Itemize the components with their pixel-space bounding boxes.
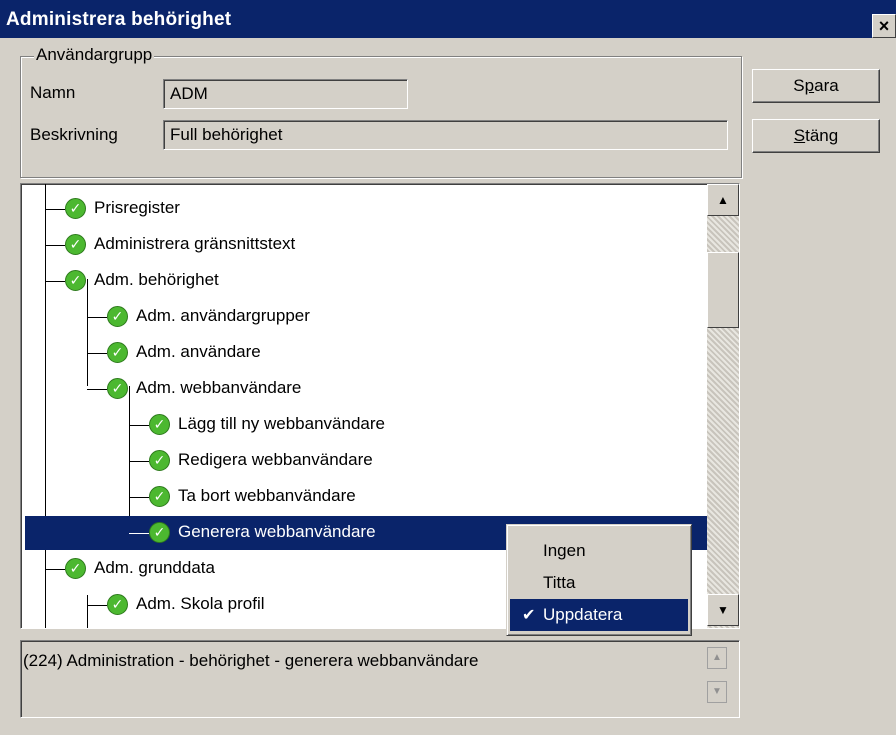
tree-branch-line: [87, 605, 107, 606]
tree-item[interactable]: ✓ Adm. användargrupper: [21, 300, 707, 334]
check-circle-icon: ✓: [107, 378, 128, 399]
user-group-box: [20, 56, 742, 178]
info-scroll-up-icon: ▲: [707, 647, 727, 669]
tree-item-label: Prisregister: [94, 198, 180, 217]
check-circle-icon: ✓: [107, 594, 128, 615]
name-field[interactable]: ADM: [163, 79, 408, 109]
tree-branch-line: [87, 389, 107, 390]
menu-item-label: Titta: [543, 573, 576, 592]
tree-branch-line: [45, 569, 65, 570]
check-circle-icon: ✓: [65, 234, 86, 255]
tree-item-label: Generera webbanvändare: [178, 522, 376, 541]
check-circle-icon: ✓: [65, 198, 86, 219]
tree-item[interactable]: ✓ Lägg till ny webbanvändare: [21, 408, 707, 442]
permission-context-menu: Ingen Titta ✔ Uppdatera: [506, 524, 692, 636]
menu-item-label: Uppdatera: [543, 605, 623, 624]
tree-item[interactable]: ✓ Administrera gränsnittstext: [21, 228, 707, 262]
close-button[interactable]: Stäng: [752, 119, 880, 153]
tree-item[interactable]: ✓ Ta bort webbanvändare: [21, 480, 707, 514]
check-circle-icon: ✓: [149, 522, 170, 543]
scroll-down-icon[interactable]: ▼: [707, 594, 739, 626]
check-circle-icon: ✓: [149, 414, 170, 435]
tree-item-label: Adm. behörighet: [94, 270, 219, 289]
group-legend: Användargrupp: [34, 45, 155, 65]
tree-branch-line: [129, 461, 149, 462]
tree-item-label: Adm. användargrupper: [136, 306, 310, 325]
tree-branch-line: [45, 245, 65, 246]
tree-item[interactable]: ✓ Redigera webbanvändare: [21, 444, 707, 478]
tree-branch-line: [129, 533, 149, 534]
info-box: (224) Administration - behörighet - gene…: [20, 640, 740, 718]
tree-branch-line: [129, 497, 149, 498]
close-icon[interactable]: ×: [872, 14, 896, 38]
tree-item-label: Adm. grunddata: [94, 558, 215, 577]
save-button-label-start: S: [793, 76, 805, 95]
tree-branch-line: [45, 209, 65, 210]
check-circle-icon: ✓: [107, 342, 128, 363]
tree-item[interactable]: ✓ Adm. behörighet: [21, 264, 707, 298]
info-scroll-down-icon: ▼: [707, 681, 727, 703]
save-button[interactable]: Spara: [752, 69, 880, 103]
scroll-thumb[interactable]: [707, 252, 739, 328]
check-circle-icon: ✓: [65, 558, 86, 579]
checkmark-icon: ✔: [522, 607, 536, 624]
info-text: (224) Administration - behörighet - gene…: [23, 651, 479, 670]
tree-branch-line: [87, 353, 107, 354]
tree-scrollbar[interactable]: ▲ ▼: [707, 184, 739, 628]
description-field[interactable]: Full behörighet: [163, 120, 728, 150]
tree-item-label: Adm. användare: [136, 342, 261, 361]
check-circle-icon: ✓: [65, 270, 86, 291]
close-button-mnemonic: S: [793, 126, 806, 145]
scroll-up-icon[interactable]: ▲: [707, 184, 739, 216]
check-circle-icon: ✓: [149, 486, 170, 507]
save-button-label-end: ara: [814, 76, 839, 95]
menu-item-label: Ingen: [543, 541, 586, 560]
tree-item-label: Administrera gränsnittstext: [94, 234, 296, 253]
check-circle-icon: ✓: [107, 306, 128, 327]
description-label: Beskrivning: [30, 125, 118, 144]
tree-item[interactable]: ✓ Adm. webbanvändare: [21, 372, 707, 406]
window-title: Administrera behörighet: [6, 9, 232, 30]
check-circle-icon: ✓: [149, 450, 170, 471]
menu-item-ingen[interactable]: Ingen: [510, 535, 688, 567]
tree-item[interactable]: ✓ Prisregister: [21, 192, 707, 226]
close-button-label-end: täng: [805, 126, 839, 145]
menu-item-uppdatera[interactable]: ✔ Uppdatera: [510, 599, 688, 631]
save-button-mnemonic: p: [804, 76, 815, 95]
menu-item-titta[interactable]: Titta: [510, 567, 688, 599]
name-label: Namn: [30, 83, 76, 102]
tree-branch-line: [87, 317, 107, 318]
tree-item[interactable]: ✓ Adm. användare: [21, 336, 707, 370]
tree-branch-line: [45, 281, 65, 282]
tree-item-label: Adm. webbanvändare: [136, 378, 302, 397]
title-bar: Administrera behörighet ×: [0, 0, 896, 38]
tree-item-label: Ta bort webbanvändare: [178, 486, 356, 505]
tree-item-label: Lägg till ny webbanvändare: [178, 414, 385, 433]
tree-item-label: Redigera webbanvändare: [178, 450, 373, 469]
tree-branch-line: [129, 425, 149, 426]
tree-item-label: Adm. Skola profil: [136, 594, 265, 613]
